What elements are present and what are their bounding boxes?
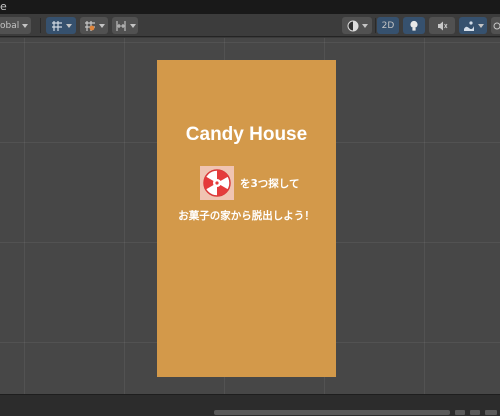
scene-view[interactable]: Candy House を3つ探して お菓子の家から脱出しよう！ xyxy=(0,38,500,394)
candy-image xyxy=(200,166,234,200)
chevron-down-icon xyxy=(361,23,368,28)
shading-sphere-icon xyxy=(347,20,358,31)
shading-mode-dropdown[interactable] xyxy=(342,17,372,34)
effects-dropdown[interactable] xyxy=(459,17,487,34)
pivot-dropdown[interactable]: obal xyxy=(0,17,31,34)
bottom-bar xyxy=(0,394,500,416)
toggle-2d-button[interactable]: 2D xyxy=(377,17,399,34)
game-title: Candy House xyxy=(185,124,308,145)
lightbulb-icon xyxy=(410,20,418,31)
effects-icon xyxy=(463,20,474,31)
toolbar-divider xyxy=(40,18,41,33)
zoom-in-handle[interactable] xyxy=(470,410,480,415)
increment-snap-button[interactable] xyxy=(80,17,108,34)
window-tab-title[interactable]: e xyxy=(0,0,7,14)
instruction-line-1: を3つ探して xyxy=(240,178,300,190)
audio-toggle-button[interactable] xyxy=(429,17,455,34)
horizontal-scrollbar[interactable] xyxy=(214,410,450,415)
chevron-down-icon xyxy=(98,23,105,28)
lighting-toggle-button[interactable] xyxy=(403,17,425,34)
chevron-down-icon xyxy=(22,23,29,28)
chevron-down-icon xyxy=(65,23,72,28)
toolbar-divider xyxy=(375,18,376,33)
chevron-down-icon xyxy=(129,23,136,28)
toggle-2d-label: 2D xyxy=(381,20,395,31)
align-icon xyxy=(115,20,126,31)
grid-snap-button[interactable] xyxy=(46,17,76,34)
chevron-down-icon xyxy=(477,23,484,28)
game-canvas: Candy House を3つ探して お菓子の家から脱出しよう！ xyxy=(157,60,336,377)
increment-snap-icon xyxy=(84,20,95,31)
scene-toolbar: obal 2D xyxy=(0,14,500,37)
zoom-out-handle[interactable] xyxy=(455,410,465,415)
instruction-line-2: お菓子の家から脱出しよう！ xyxy=(178,210,315,222)
hidden-objects-button[interactable] xyxy=(491,17,500,34)
align-button[interactable] xyxy=(112,17,138,34)
audio-off-icon xyxy=(438,21,448,30)
peppermint-candy-icon xyxy=(203,169,231,197)
grid-snap-icon xyxy=(51,20,62,31)
resize-handle[interactable] xyxy=(485,410,497,415)
visibility-icon xyxy=(493,22,500,29)
window-title-bar: e xyxy=(0,0,500,14)
pivot-label: obal xyxy=(0,20,20,31)
